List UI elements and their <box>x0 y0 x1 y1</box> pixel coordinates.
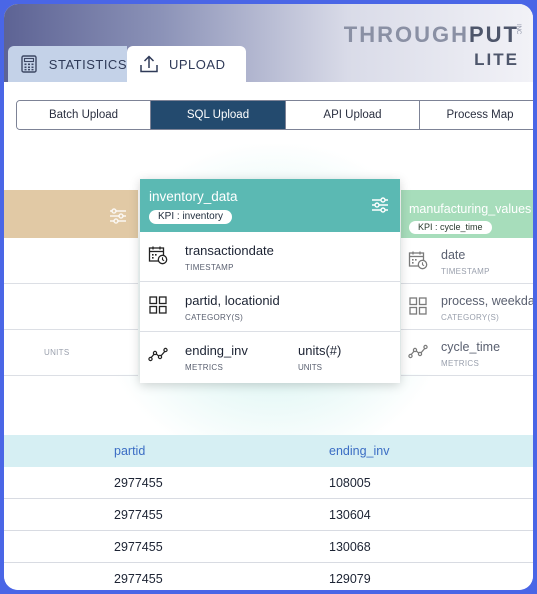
tab-upload-label: UPLOAD <box>169 56 226 72</box>
dataset-card-inventory[interactable]: inventory_data KPI : inventory transacti… <box>140 179 400 383</box>
table-cell: 2977455 <box>114 508 163 522</box>
field-type: METRICS <box>441 359 480 368</box>
table-row: 2977455 129079 <box>4 563 533 590</box>
field-row-category[interactable]: partid, locationid CATEGORY(S) <box>140 282 400 332</box>
grid-icon <box>409 297 427 315</box>
table-cell: 129079 <box>329 572 371 586</box>
subtab-process-map[interactable]: Process Map <box>420 101 533 129</box>
upload-mode-tabs: Batch Upload SQL Upload API Upload Proce… <box>16 100 533 130</box>
field-row: UNITS <box>4 330 138 376</box>
brand-inc: INC <box>515 24 521 35</box>
field-name: ending_inv <box>185 343 248 358</box>
tab-upload[interactable]: UPLOAD <box>127 46 246 82</box>
app-window: THROUGHPUT INC LITE STATISTICS UPLOAD Ba… <box>4 4 533 590</box>
dataset-card-manufacturing[interactable]: manufacturing_values KPI : cycle_time da… <box>401 190 533 376</box>
field-type: CATEGORY(S) <box>185 313 244 322</box>
field-name: cycle_time <box>441 340 501 354</box>
table-row: 2977455 130068 <box>4 531 533 563</box>
brand-name-dark: PUT <box>469 22 519 47</box>
field-type: CATEGORY(S) <box>441 313 500 322</box>
grid-icon <box>149 296 167 314</box>
field-unit-name: units(#) <box>298 343 342 358</box>
column-header-ending-inv[interactable]: ending_inv <box>329 444 389 458</box>
column-header-partid[interactable]: partid <box>114 444 145 458</box>
brand-name-light: THROUGH <box>343 22 469 47</box>
filter-settings-icon[interactable] <box>370 195 390 215</box>
card-title: inventory_data <box>149 189 238 204</box>
field-name: transactiondate <box>185 243 274 258</box>
brand-name: THROUGHPUT <box>344 22 519 48</box>
field-unit-type: UNITS <box>298 363 322 372</box>
app-header: THROUGHPUT INC LITE STATISTICS UPLOAD <box>4 4 533 82</box>
brand-edition: LITE <box>474 50 519 69</box>
dataset-card-left[interactable]: UNITS <box>4 190 138 376</box>
field-row: process, weekda CATEGORY(S) <box>401 284 533 330</box>
card-title: manufacturing_values <box>409 202 532 216</box>
line-chart-icon <box>408 344 428 359</box>
filter-settings-icon[interactable] <box>108 206 128 226</box>
field-type: METRICS <box>185 363 224 372</box>
brand-logo: THROUGHPUT INC LITE <box>344 22 521 70</box>
field-row: date TIMESTAMP <box>401 238 533 284</box>
field-row-timestamp[interactable]: transactiondate TIMESTAMP <box>140 232 400 282</box>
table-row: 2977455 108005 <box>4 467 533 499</box>
card-header: manufacturing_values KPI : cycle_time <box>401 190 533 238</box>
field-row <box>4 238 138 284</box>
field-type: TIMESTAMP <box>185 263 234 272</box>
table-cell: 108005 <box>329 476 371 490</box>
table-row: 2977455 130604 <box>4 499 533 531</box>
field-type: UNITS <box>44 348 70 357</box>
table-cell: 130604 <box>329 508 371 522</box>
subtab-api-upload[interactable]: API Upload <box>286 101 420 129</box>
kpi-badge: KPI : cycle_time <box>409 221 492 234</box>
tab-statistics[interactable]: STATISTICS <box>8 46 127 82</box>
table-cell: 2977455 <box>114 540 163 554</box>
tab-statistics-label: STATISTICS <box>48 56 127 72</box>
subtab-batch-upload[interactable]: Batch Upload <box>17 101 151 129</box>
calendar-clock-icon <box>148 246 168 265</box>
subtab-sql-upload[interactable]: SQL Upload <box>151 101 286 129</box>
data-preview-table: partid ending_inv 2977455 108005 2977455… <box>4 435 533 590</box>
calendar-clock-icon <box>408 251 428 270</box>
field-name: date <box>441 248 466 262</box>
kpi-badge: KPI : inventory <box>149 210 233 224</box>
field-name: process, weekda <box>441 294 533 308</box>
field-row <box>4 284 138 330</box>
card-header <box>4 190 138 238</box>
upload-icon <box>139 54 159 74</box>
card-header: inventory_data KPI : inventory <box>140 179 400 232</box>
line-chart-icon <box>148 347 168 362</box>
table-cell: 2977455 <box>114 572 163 586</box>
table-cell: 130068 <box>329 540 371 554</box>
field-row-metrics[interactable]: ending_inv METRICS units(#) UNITS <box>140 332 400 381</box>
table-header: partid ending_inv <box>4 435 533 467</box>
field-name: partid, locationid <box>185 293 280 308</box>
field-row: cycle_time METRICS <box>401 330 533 376</box>
field-type: TIMESTAMP <box>441 267 490 276</box>
table-cell: 2977455 <box>114 476 163 490</box>
calculator-icon <box>20 54 39 74</box>
